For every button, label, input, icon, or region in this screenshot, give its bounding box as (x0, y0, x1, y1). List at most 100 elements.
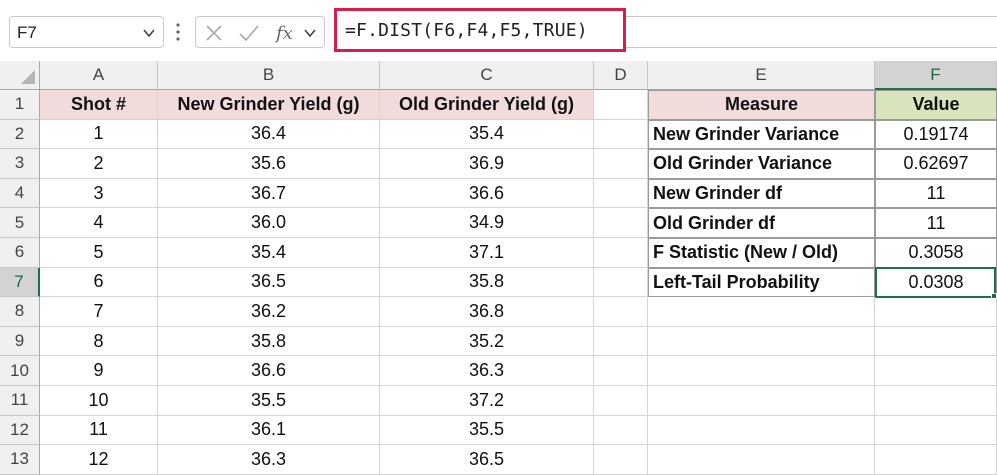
row-header-2[interactable]: 2 (0, 119, 40, 150)
table-cell-c[interactable]: 36.3 (380, 356, 594, 386)
table-cell-a[interactable]: 8 (40, 326, 158, 357)
cancel-x-icon[interactable] (204, 23, 224, 43)
table-cell-a[interactable]: 2 (40, 149, 158, 179)
stats-value-cell[interactable]: 11 (875, 178, 997, 209)
empty-cell-f[interactable] (875, 415, 997, 446)
empty-cell-d[interactable] (594, 267, 648, 298)
table-cell-a[interactable]: 6 (40, 267, 158, 298)
empty-cell-d[interactable] (594, 415, 648, 446)
table-cell-b[interactable]: 35.4 (158, 238, 380, 268)
name-box[interactable]: F7 (9, 16, 164, 48)
row-header-8[interactable]: 8 (0, 297, 40, 327)
stats-value-cell[interactable]: 0.0308 (875, 267, 997, 298)
table-cell-c[interactable]: 35.2 (380, 326, 594, 357)
table-cell-c[interactable]: 36.5 (380, 445, 594, 475)
table-cell-a[interactable]: 7 (40, 297, 158, 327)
row-header-12[interactable]: 12 (0, 415, 40, 446)
table-cell-a[interactable]: 5 (40, 238, 158, 268)
table-cell-b[interactable]: 36.5 (158, 267, 380, 298)
fill-handle[interactable] (991, 293, 997, 299)
table-header-a[interactable]: Shot # (40, 90, 158, 120)
stats-value-cell[interactable]: 0.62697 (875, 149, 997, 179)
empty-cell-e[interactable] (648, 386, 875, 416)
row-header-4[interactable]: 4 (0, 178, 40, 209)
row-header-3[interactable]: 3 (0, 149, 40, 179)
table-cell-b[interactable]: 36.7 (158, 178, 380, 209)
table-cell-a[interactable]: 12 (40, 445, 158, 475)
table-cell-b[interactable]: 35.6 (158, 149, 380, 179)
confirm-check-icon[interactable] (238, 23, 260, 43)
column-header-d[interactable]: D (594, 61, 648, 90)
table-cell-a[interactable]: 4 (40, 208, 158, 238)
table-cell-b[interactable]: 36.6 (158, 356, 380, 386)
stats-measure-cell[interactable]: Old Grinder Variance (648, 149, 875, 179)
empty-cell-f[interactable] (875, 297, 997, 327)
stats-measure-cell[interactable]: Old Grinder df (648, 208, 875, 238)
stats-value-cell[interactable]: 0.3058 (875, 238, 997, 268)
stats-measure-cell[interactable]: Left-Tail Probability (648, 267, 875, 298)
row-header-10[interactable]: 10 (0, 356, 40, 386)
table-cell-b[interactable]: 36.3 (158, 445, 380, 475)
empty-cell-f[interactable] (875, 445, 997, 475)
empty-cell-d[interactable] (594, 297, 648, 327)
table-cell-a[interactable]: 10 (40, 386, 158, 416)
stats-measure-cell[interactable]: New Grinder Variance (648, 119, 875, 150)
empty-cell-e[interactable] (648, 415, 875, 446)
column-header-c[interactable]: C (380, 61, 594, 90)
table-cell-c[interactable]: 35.4 (380, 119, 594, 150)
empty-cell-f[interactable] (875, 326, 997, 357)
column-header-f[interactable]: F (875, 61, 997, 90)
table-cell-a[interactable]: 9 (40, 356, 158, 386)
empty-cell-f[interactable] (875, 356, 997, 386)
select-all-triangle-icon[interactable] (19, 68, 37, 86)
table-cell-c[interactable]: 37.1 (380, 238, 594, 268)
table-cell-c[interactable]: 35.8 (380, 267, 594, 298)
stats-value-cell[interactable]: 11 (875, 208, 997, 238)
row-header-11[interactable]: 11 (0, 386, 40, 416)
row-header-13[interactable]: 13 (0, 445, 40, 475)
empty-cell-f[interactable] (875, 386, 997, 416)
table-cell-c[interactable]: 36.6 (380, 178, 594, 209)
row-header-1[interactable]: 1 (0, 90, 40, 120)
table-cell-b[interactable]: 36.1 (158, 415, 380, 446)
table-cell-b[interactable]: 36.2 (158, 297, 380, 327)
empty-cell-e[interactable] (648, 326, 875, 357)
empty-cell-e[interactable] (648, 445, 875, 475)
column-header-b[interactable]: B (158, 61, 380, 90)
table-cell-c[interactable]: 37.2 (380, 386, 594, 416)
row-header-9[interactable]: 9 (0, 326, 40, 357)
empty-cell-d[interactable] (594, 178, 648, 209)
function-fx-icon[interactable]: fx (274, 21, 298, 45)
stats-value-cell[interactable]: 0.19174 (875, 119, 997, 150)
empty-cell-d[interactable] (594, 356, 648, 386)
table-cell-c[interactable]: 34.9 (380, 208, 594, 238)
chevron-down-icon[interactable] (141, 25, 157, 41)
table-cell-a[interactable]: 11 (40, 415, 158, 446)
column-header-e[interactable]: E (648, 61, 875, 90)
empty-cell-d[interactable] (594, 90, 648, 120)
table-cell-c[interactable]: 36.9 (380, 149, 594, 179)
table-cell-a[interactable]: 1 (40, 119, 158, 150)
table-cell-b[interactable]: 35.8 (158, 326, 380, 357)
empty-cell-d[interactable] (594, 149, 648, 179)
stats-header-measure[interactable]: Measure (648, 90, 875, 120)
empty-cell-d[interactable] (594, 238, 648, 268)
row-header-7[interactable]: 7 (0, 267, 40, 298)
table-cell-a[interactable]: 3 (40, 178, 158, 209)
empty-cell-d[interactable] (594, 208, 648, 238)
stats-header-value[interactable]: Value (875, 90, 997, 120)
table-cell-b[interactable]: 36.0 (158, 208, 380, 238)
empty-cell-e[interactable] (648, 297, 875, 327)
table-cell-c[interactable]: 36.8 (380, 297, 594, 327)
empty-cell-d[interactable] (594, 445, 648, 475)
chevron-down-icon[interactable] (302, 25, 318, 41)
table-header-c[interactable]: Old Grinder Yield (g) (380, 90, 594, 120)
column-header-a[interactable]: A (40, 61, 158, 90)
empty-cell-d[interactable] (594, 386, 648, 416)
row-header-5[interactable]: 5 (0, 208, 40, 238)
stats-measure-cell[interactable]: F Statistic (New / Old) (648, 238, 875, 268)
table-header-b[interactable]: New Grinder Yield (g) (158, 90, 380, 120)
table-cell-c[interactable]: 35.5 (380, 415, 594, 446)
empty-cell-d[interactable] (594, 119, 648, 150)
formula-input[interactable]: =F.DIST(F6,F4,F5,TRUE) (345, 20, 588, 41)
